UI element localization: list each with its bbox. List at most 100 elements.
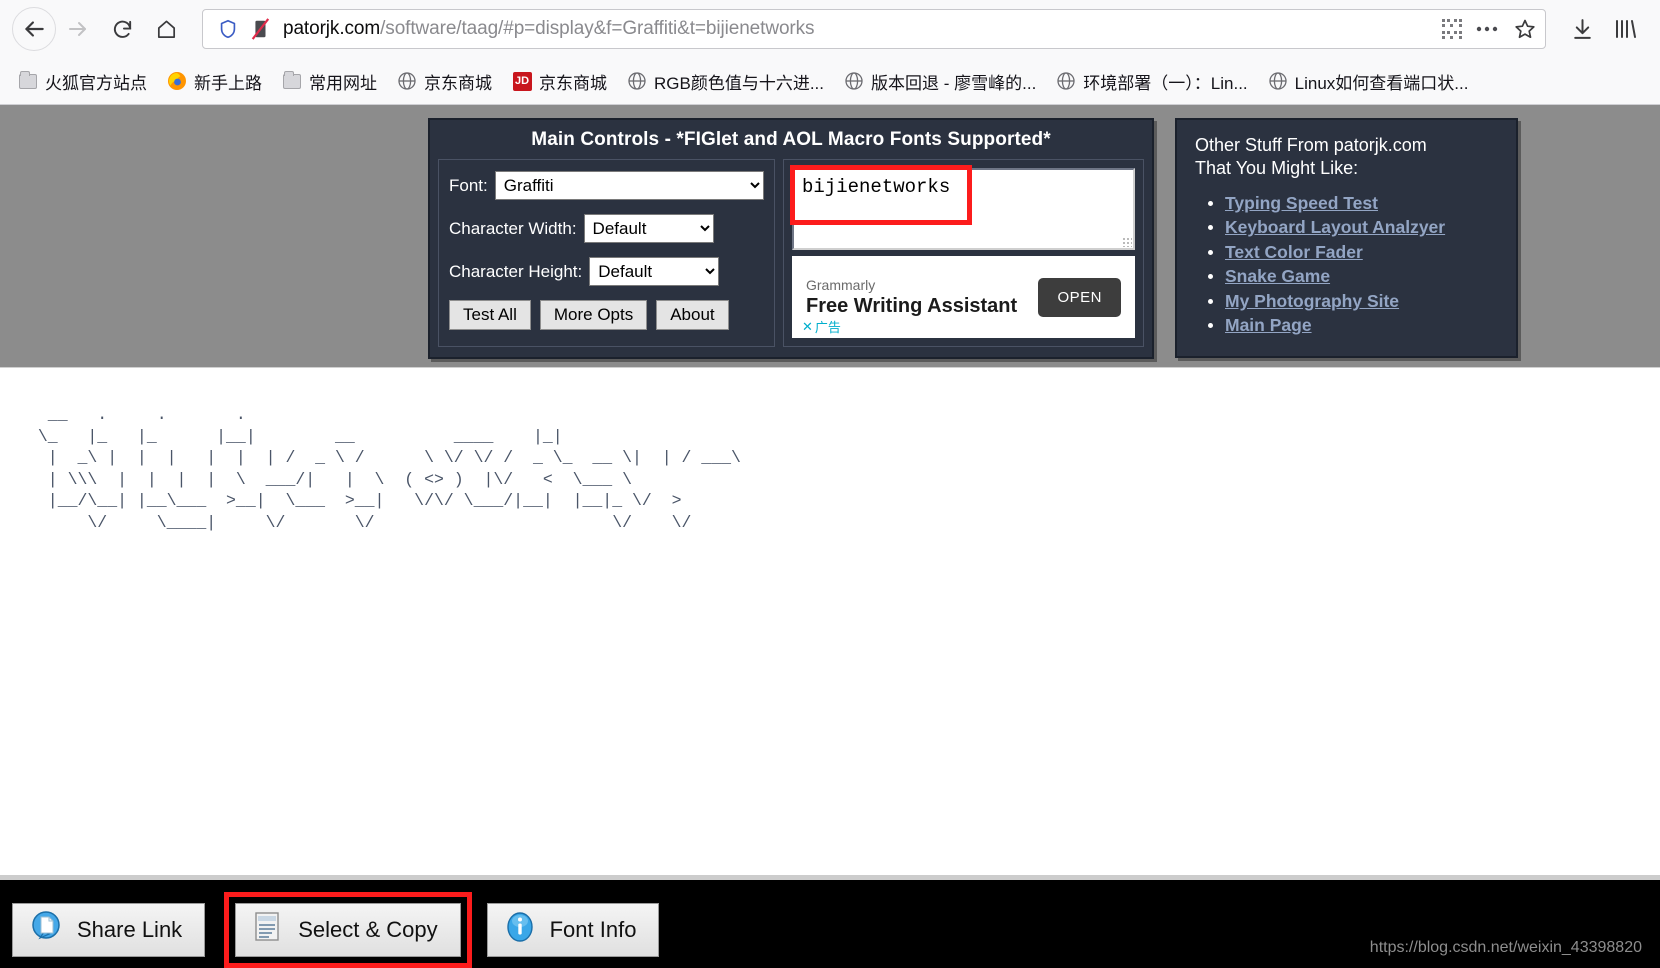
bookmark-label: 火狐官方站点 (45, 73, 147, 93)
url-bar[interactable]: patorjk.com/software/taag/#p=display&f=G… (202, 9, 1546, 49)
ellipsis-icon[interactable] (1475, 25, 1499, 33)
character-width-row: Character Width: Default (449, 214, 764, 243)
downloads-button[interactable] (1560, 7, 1604, 51)
library-button[interactable] (1604, 7, 1648, 51)
bookmark-label: 京东商城 (539, 73, 607, 93)
bookmark-label: 版本回退 - 廖雪峰的... (871, 73, 1037, 93)
controls-button-row: Test All More Opts About (449, 300, 764, 330)
other-stuff-links: Typing Speed Test Keyboard Layout Analzy… (1195, 193, 1504, 337)
link-typing-speed-test[interactable]: Typing Speed Test (1225, 193, 1378, 213)
bookmark-item[interactable]: 版本回退 - 廖雪峰的... (836, 65, 1044, 98)
ascii-art-output[interactable]: __ . . . \_ |_ |_ |__| __ ____ |_| | _\ … (0, 368, 1660, 533)
reload-icon (111, 18, 134, 41)
link-my-photography-site[interactable]: My Photography Site (1225, 291, 1399, 311)
reader-mode-icon[interactable] (249, 17, 271, 41)
bookmark-item[interactable]: RGB颜色值与十六进... (619, 65, 832, 98)
character-height-select[interactable]: Default (589, 257, 720, 286)
bookmark-item[interactable]: 京东商城 (389, 65, 500, 98)
font-row: Font: Graffiti (449, 171, 764, 200)
list-item: Snake Game (1225, 266, 1504, 287)
list-item: Keyboard Layout Analzyer (1225, 217, 1504, 238)
page-content: Main Controls - *FIGlet and AOL Macro Fo… (0, 105, 1660, 968)
font-info-button[interactable]: Font Info (486, 903, 660, 957)
folder-icon (18, 70, 38, 91)
url-host: patorjk.com (283, 18, 381, 39)
info-icon (504, 910, 536, 950)
bookmark-label: 京东商城 (424, 73, 492, 93)
bottom-toolbar: Share Link Select & Copy Font Info https… (0, 875, 1660, 968)
bookmark-label: 新手上路 (194, 73, 262, 93)
ascii-text-input[interactable]: bijienetworks (792, 168, 1135, 250)
other-stuff-title-line1: Other Stuff From patorjk.com (1195, 135, 1427, 155)
character-height-label: Character Height: (449, 261, 583, 281)
about-button[interactable]: About (656, 300, 729, 330)
bookmark-item[interactable]: JD 京东商城 (504, 65, 615, 98)
globe-icon (844, 71, 864, 91)
text-input-wrapper: bijienetworks (790, 165, 1135, 250)
globe-icon (397, 71, 417, 91)
jd-icon: JD (512, 71, 532, 91)
page-header-band: Main Controls - *FIGlet and AOL Macro Fo… (0, 105, 1660, 367)
link-main-page[interactable]: Main Page (1225, 315, 1312, 335)
download-icon (1570, 17, 1595, 42)
bookmarks-bar: 火狐官方站点 新手上路 常用网址 京东商城 JD 京东商城 RGB颜色值与十六进.… (0, 58, 1660, 104)
more-opts-button[interactable]: More Opts (539, 300, 648, 330)
bookmark-item[interactable]: 火狐官方站点 (10, 65, 155, 98)
list-item: My Photography Site (1225, 291, 1504, 312)
bookmark-item[interactable]: 环境部署（一）：Lin... (1048, 65, 1255, 98)
bookmark-item[interactable]: 常用网址 (274, 65, 385, 98)
reload-button[interactable] (100, 7, 144, 51)
character-width-select[interactable]: Default (583, 214, 714, 243)
list-item: Typing Speed Test (1225, 193, 1504, 214)
star-icon[interactable] (1513, 17, 1537, 41)
share-link-icon (29, 910, 63, 950)
resize-grip[interactable] (1122, 237, 1132, 247)
font-info-label: Font Info (549, 917, 637, 942)
arrow-right-icon (66, 17, 90, 41)
link-text-color-fader[interactable]: Text Color Fader (1225, 242, 1363, 262)
font-select[interactable]: Graffiti (494, 171, 764, 200)
share-link-label: Share Link (77, 917, 183, 942)
bookmark-item[interactable]: 新手上路 (159, 65, 270, 98)
close-icon[interactable]: ✕ (802, 319, 813, 335)
advertisement[interactable]: Grammarly Free Writing Assistant OPEN ✕ … (792, 256, 1135, 338)
other-stuff-title-line2: That You Might Like: (1195, 158, 1359, 179)
bookmark-item[interactable]: Linux如何查看端口状... (1260, 65, 1477, 98)
select-copy-highlight: Select & Copy (224, 892, 472, 968)
share-link-button[interactable]: Share Link (12, 903, 206, 957)
character-width-label: Character Width: (449, 218, 577, 238)
browser-chrome: patorjk.com/software/taag/#p=display&f=G… (0, 0, 1660, 105)
url-text: patorjk.com/software/taag/#p=display&f=G… (283, 18, 1429, 40)
qr-code-icon[interactable] (1441, 18, 1463, 40)
select-copy-button[interactable]: Select & Copy (235, 903, 461, 957)
font-label: Font: (449, 175, 488, 195)
input-and-ad-column: bijienetworks Grammarly Free Writing Ass… (783, 159, 1144, 347)
document-copy-icon (252, 910, 284, 950)
character-height-row: Character Height: Default (449, 257, 764, 286)
watermark: https://blog.csdn.net/weixin_43398820 (1369, 939, 1642, 956)
arrow-left-icon (21, 16, 47, 42)
list-item: Main Page (1225, 315, 1504, 336)
shield-icon[interactable] (217, 18, 239, 40)
url-path: /software/taag/#p=display&f=Graffiti&t=b… (380, 18, 815, 39)
ad-open-button[interactable]: OPEN (1038, 277, 1121, 317)
library-icon (1613, 16, 1639, 42)
home-icon (155, 18, 178, 41)
other-stuff-panel: Other Stuff From patorjk.com That You Mi… (1175, 118, 1518, 358)
ad-close-label: 广告 (814, 320, 841, 335)
forward-button[interactable] (56, 7, 100, 51)
ad-close-control[interactable]: ✕ 广告 (802, 317, 841, 336)
bookmark-label: Linux如何查看端口状... (1294, 73, 1469, 93)
browser-navigation-bar: patorjk.com/software/taag/#p=display&f=G… (0, 0, 1660, 58)
bookmark-label: 常用网址 (309, 73, 377, 93)
bookmark-label: 环境部署（一）：Lin... (1083, 73, 1248, 93)
firefox-icon (167, 71, 187, 91)
home-button[interactable] (144, 7, 188, 51)
select-copy-label: Select & Copy (298, 917, 438, 942)
test-all-button[interactable]: Test All (449, 300, 531, 330)
controls-form: Font: Graffiti Character Width: Default … (438, 159, 775, 347)
back-button[interactable] (12, 7, 56, 51)
link-snake-game[interactable]: Snake Game (1225, 266, 1330, 286)
link-keyboard-layout-analyzer[interactable]: Keyboard Layout Analzyer (1225, 217, 1445, 237)
globe-icon (1056, 71, 1076, 91)
